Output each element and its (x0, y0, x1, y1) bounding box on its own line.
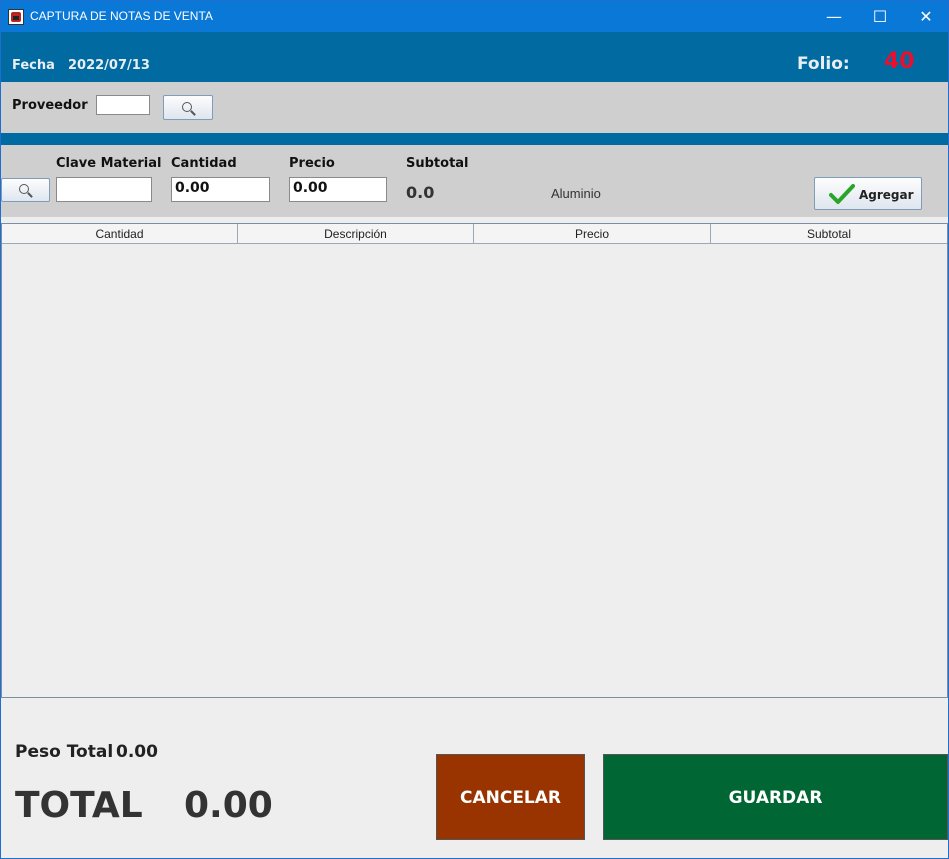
material-search-button[interactable] (1, 178, 50, 202)
proveedor-search-button[interactable] (163, 95, 213, 120)
clave-material-input[interactable] (56, 177, 152, 202)
column-header-descripcion[interactable]: Descripción (238, 224, 474, 244)
agregar-label: Agregar (859, 188, 914, 202)
title-bar: CAPTURA DE NOTAS DE VENTA — ☐ ✕ (1, 1, 948, 32)
proveedor-label: Proveedor (12, 98, 88, 113)
app-icon (8, 9, 24, 25)
precio-label: Precio (289, 156, 335, 171)
guardar-button[interactable]: GUARDAR (603, 754, 948, 840)
column-header-subtotal[interactable]: Subtotal (711, 224, 947, 244)
folio-value: 40 (884, 49, 915, 74)
agregar-button[interactable]: Agregar (814, 177, 922, 210)
cantidad-input[interactable]: 0.00 (171, 177, 270, 202)
proveedor-panel: Proveedor (1, 82, 948, 133)
window-title: CAPTURA DE NOTAS DE VENTA (30, 9, 213, 23)
total-label: TOTAL (15, 785, 143, 826)
minimize-button[interactable]: — (811, 1, 857, 32)
precio-input[interactable]: 0.00 (289, 177, 387, 202)
entry-panel: Clave Material Cantidad 0.00 Precio 0.00… (1, 145, 948, 217)
column-header-precio[interactable]: Precio (474, 224, 711, 244)
subtotal-label: Subtotal (406, 156, 469, 171)
cantidad-label: Cantidad (171, 156, 237, 171)
folio-label: Folio: (797, 54, 850, 74)
header-panel: Fecha 2022/07/13 Folio: 40 (1, 32, 948, 82)
items-table[interactable]: Cantidad Descripción Precio Subtotal (1, 223, 948, 698)
subtotal-value: 0.0 (406, 183, 435, 202)
total-value: 0.00 (184, 785, 273, 826)
maximize-button[interactable]: ☐ (857, 1, 903, 32)
fecha-label: Fecha (12, 58, 55, 73)
clave-label: Clave Material (56, 156, 162, 171)
search-icon (182, 102, 192, 112)
main-window: CAPTURA DE NOTAS DE VENTA — ☐ ✕ Fecha 20… (0, 0, 949, 859)
close-button[interactable]: ✕ (903, 1, 949, 32)
search-icon (19, 184, 29, 194)
proveedor-input[interactable] (96, 95, 150, 115)
cancelar-button[interactable]: CANCELAR (436, 754, 585, 840)
material-name: Aluminio (551, 186, 601, 201)
separator-bar (1, 133, 948, 145)
peso-total-label: Peso Total (15, 742, 114, 762)
fecha-value: 2022/07/13 (68, 58, 150, 73)
peso-total-value: 0.00 (116, 742, 158, 762)
column-header-cantidad[interactable]: Cantidad (2, 224, 238, 244)
checkmark-icon (829, 184, 855, 204)
